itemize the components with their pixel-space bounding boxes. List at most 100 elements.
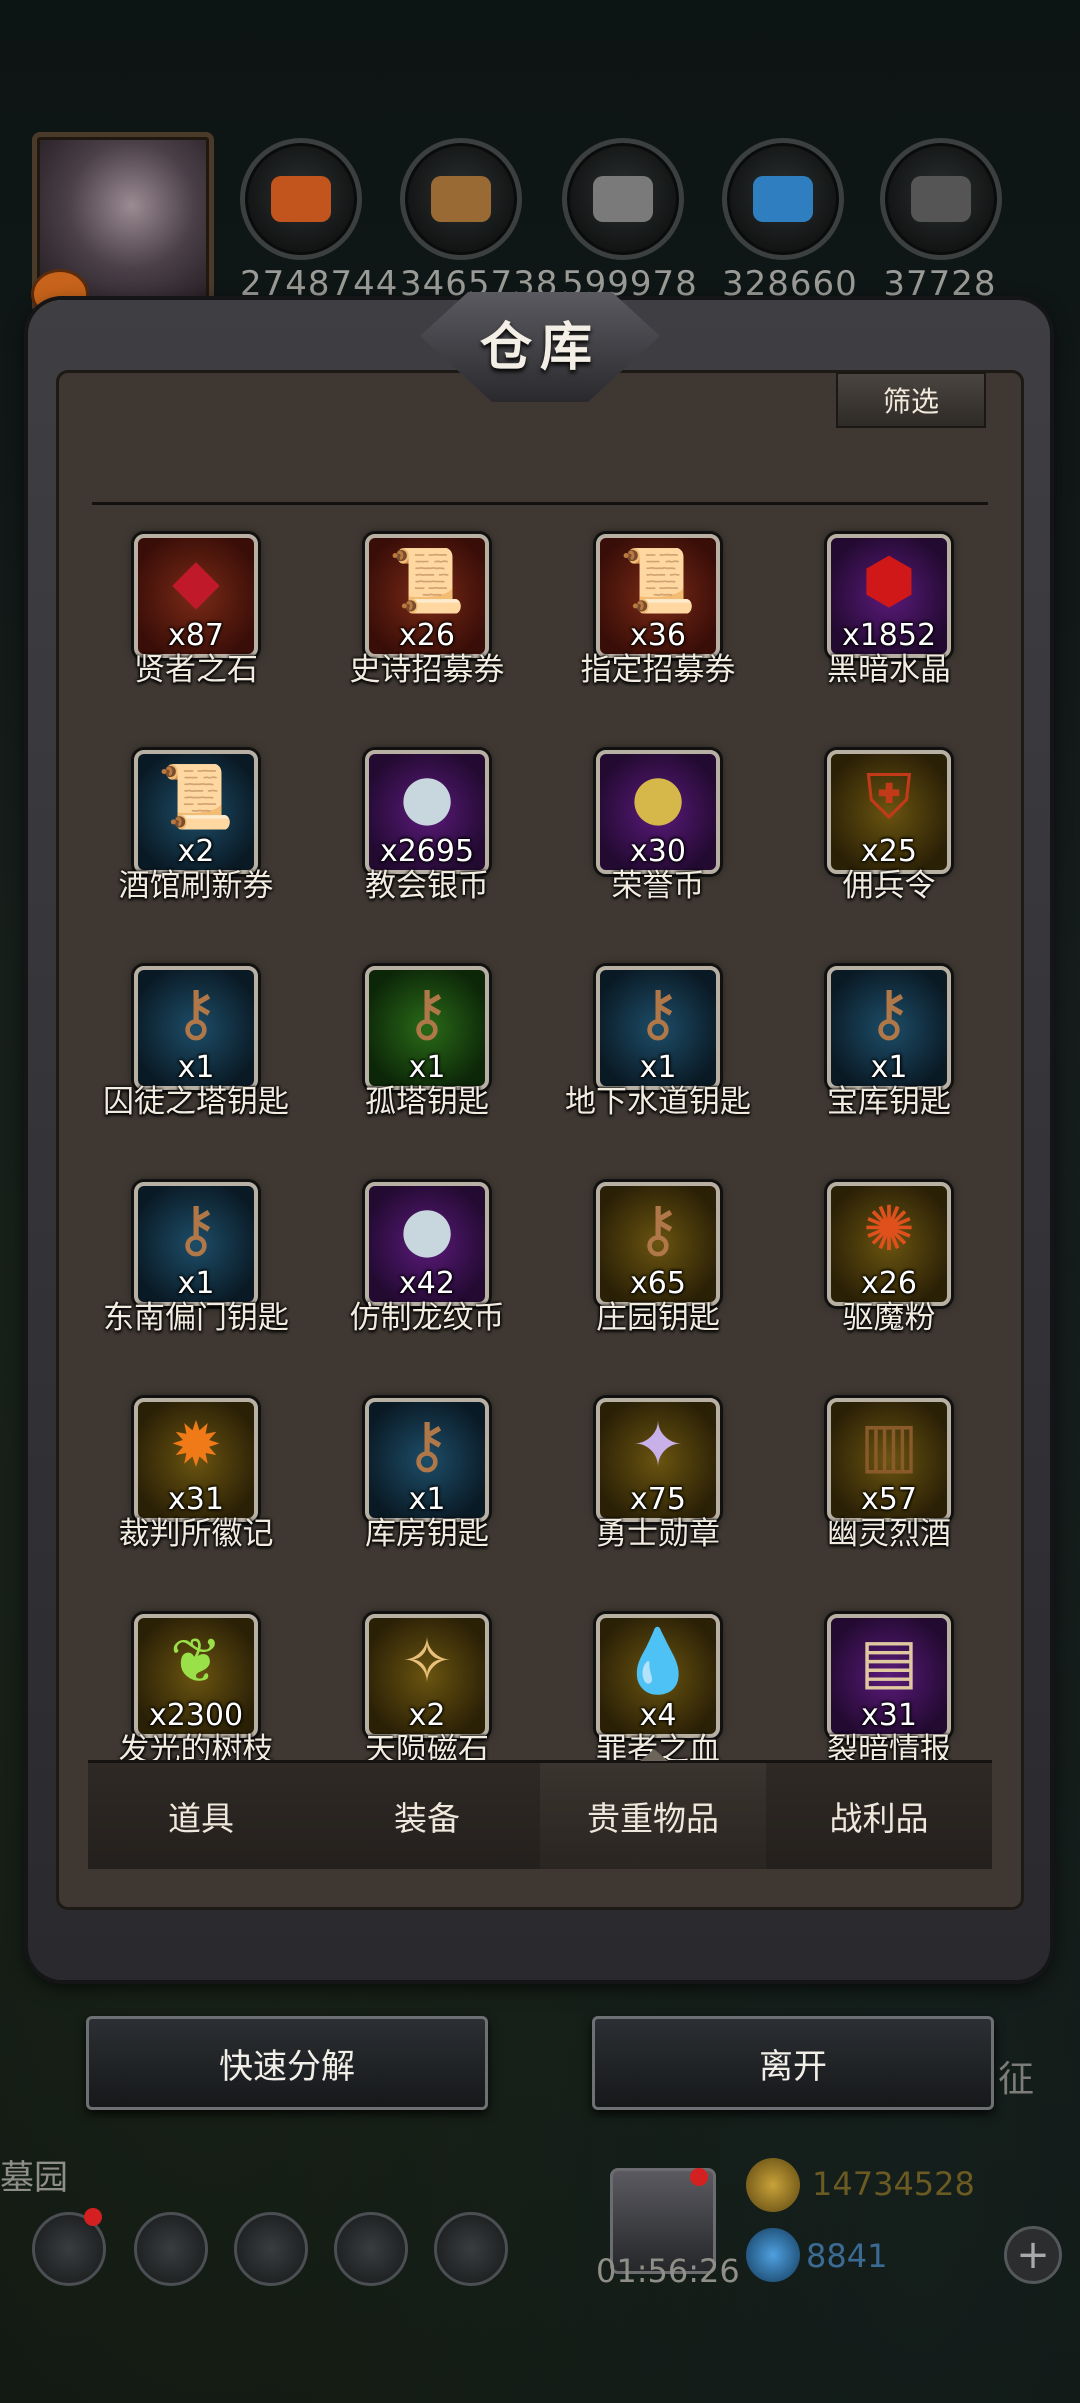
- inventory-item[interactable]: ❦ x2300 发光的树枝: [82, 1600, 310, 1760]
- inventory-item[interactable]: ✧ x2 天陨磁石: [313, 1600, 541, 1760]
- item-icon[interactable]: ⚷ x1: [827, 966, 951, 1090]
- inventory-item[interactable]: ◆ x87 贤者之石: [82, 520, 310, 720]
- item-name: 佣兵令: [842, 868, 936, 904]
- item-glyph-icon: ⚷: [635, 1192, 681, 1265]
- item-icon[interactable]: ▤ x31: [827, 1614, 951, 1738]
- item-icon[interactable]: ⚷ x1: [134, 966, 258, 1090]
- inventory-item[interactable]: ⚷ x1 孤塔钥匙: [313, 952, 541, 1152]
- resource-amount: 2748744: [240, 264, 399, 304]
- resource-item[interactable]: 328660: [722, 138, 858, 304]
- blue-crystal-icon: [722, 138, 844, 260]
- item-icon[interactable]: ✹ x31: [134, 1398, 258, 1522]
- inventory-item[interactable]: ⚷ x1 库房钥匙: [313, 1384, 541, 1584]
- item-glyph-icon: ⚷: [404, 1408, 450, 1481]
- item-icon[interactable]: ● x42: [365, 1182, 489, 1306]
- item-glyph-icon: 💧: [619, 1624, 697, 1697]
- player-avatar[interactable]: [31, 132, 214, 319]
- inventory-item[interactable]: ⚷ x1 囚徒之塔钥匙: [82, 952, 310, 1152]
- item-glyph-icon: ⚷: [866, 976, 912, 1049]
- item-icon[interactable]: ⛨ x25: [827, 750, 951, 874]
- inventory-item[interactable]: ● x30 荣誉币: [544, 736, 772, 936]
- item-glyph-icon: ●: [399, 1192, 455, 1265]
- item-glyph-icon: ⛨: [865, 760, 913, 833]
- inventory-item[interactable]: ▤ x31 裂暗情报: [775, 1600, 994, 1760]
- inventory-item[interactable]: ⚷ x1 东南偏门钥匙: [82, 1168, 310, 1368]
- inventory-item[interactable]: ● x42 仿制龙纹币: [313, 1168, 541, 1368]
- item-name: 天陨磁石: [365, 1732, 489, 1760]
- category-tabs: 道具 装备 贵重物品 战利品: [88, 1749, 992, 1869]
- resource-item[interactable]: 37728: [880, 138, 1002, 304]
- inventory-item[interactable]: ⛨ x25 佣兵令: [775, 736, 994, 936]
- map-menu-icon[interactable]: [334, 2212, 408, 2286]
- location-label: 墓园: [0, 2158, 68, 2198]
- item-icon[interactable]: ⚷ x1: [134, 1182, 258, 1306]
- item-icon[interactable]: ✧ x2: [365, 1614, 489, 1738]
- inventory-item[interactable]: ● x2695 教会银币: [313, 736, 541, 936]
- item-icon[interactable]: ▥ x57: [827, 1398, 951, 1522]
- add-currency-button[interactable]: +: [1004, 2226, 1062, 2284]
- dark-ingot-icon: [880, 138, 1002, 260]
- inventory-item[interactable]: ▥ x57 幽灵烈酒: [775, 1384, 994, 1584]
- item-icon[interactable]: ● x30: [596, 750, 720, 874]
- item-icon[interactable]: 📜 x2: [134, 750, 258, 874]
- tab-1[interactable]: 装备: [314, 1763, 540, 1869]
- item-glyph-icon: ⚷: [635, 976, 681, 1049]
- item-icon[interactable]: ● x2695: [365, 750, 489, 874]
- item-glyph-icon: ⚷: [173, 1192, 219, 1265]
- item-icon[interactable]: ❦ x2300: [134, 1614, 258, 1738]
- item-glyph-icon: ✺: [863, 1192, 915, 1265]
- item-icon[interactable]: 💧 x4: [596, 1614, 720, 1738]
- item-glyph-icon: ⬢: [861, 544, 917, 617]
- item-icon[interactable]: ✺ x26: [827, 1182, 951, 1306]
- inventory-item[interactable]: 📜 x2 酒馆刷新券: [82, 736, 310, 936]
- inventory-item[interactable]: 💧 x4 罪者之血: [544, 1600, 772, 1760]
- item-glyph-icon: 📜: [619, 544, 697, 617]
- resource-amount: 328660: [722, 264, 858, 304]
- filter-button[interactable]: 筛选: [836, 372, 986, 428]
- quick-decompose-button[interactable]: 快速分解: [86, 2016, 488, 2110]
- item-glyph-icon: 📜: [388, 544, 466, 617]
- item-name: 库房钥匙: [365, 1516, 489, 1552]
- inventory-item[interactable]: ⬢ x1852 黑暗水晶: [775, 520, 994, 720]
- inventory-item[interactable]: ⚷ x1 地下水道钥匙: [544, 952, 772, 1152]
- tab-3[interactable]: 战利品: [766, 1763, 992, 1869]
- inventory-item[interactable]: 📜 x26 史诗招募券: [313, 520, 541, 720]
- item-name: 黑暗水晶: [827, 652, 951, 688]
- inventory-item[interactable]: ⚷ x1 宝库钥匙: [775, 952, 994, 1152]
- expedition-label[interactable]: 征: [998, 2050, 1034, 2102]
- item-icon[interactable]: 📜 x26: [365, 534, 489, 658]
- inventory-item[interactable]: 📜 x36 指定招募券: [544, 520, 772, 720]
- item-icon[interactable]: ⚷ x1: [596, 966, 720, 1090]
- item-icon[interactable]: ⚷ x65: [596, 1182, 720, 1306]
- inventory-item[interactable]: ✺ x26 驱魔粉: [775, 1168, 994, 1368]
- item-name: 指定招募券: [580, 652, 736, 688]
- item-glyph-icon: ✦: [632, 1408, 684, 1481]
- inventory-item[interactable]: ⚷ x65 庄园钥匙: [544, 1168, 772, 1368]
- resource-amount: 37728: [883, 264, 997, 304]
- item-glyph-icon: ●: [399, 760, 455, 833]
- tab-2[interactable]: 贵重物品: [540, 1749, 766, 1869]
- resource-item[interactable]: 599978: [562, 138, 697, 304]
- item-name: 宝库钥匙: [827, 1084, 951, 1120]
- item-icon[interactable]: ⚷ x1: [365, 1398, 489, 1522]
- divider: [92, 502, 988, 505]
- tab-0[interactable]: 道具: [88, 1763, 314, 1869]
- item-icon[interactable]: ⚷ x1: [365, 966, 489, 1090]
- resource-item[interactable]: 3465738: [400, 138, 557, 304]
- resource-item[interactable]: 2748744: [240, 138, 399, 304]
- gem-amount: 8841: [806, 2237, 888, 2275]
- castle-menu-icon[interactable]: [234, 2212, 308, 2286]
- item-icon[interactable]: ✦ x75: [596, 1398, 720, 1522]
- item-glyph-icon: ▤: [859, 1624, 919, 1697]
- inventory-item[interactable]: ✦ x75 勇士勋章: [544, 1384, 772, 1584]
- item-name: 孤塔钥匙: [365, 1084, 489, 1120]
- item-icon[interactable]: 📜 x36: [596, 534, 720, 658]
- hero-menu-icon[interactable]: [134, 2212, 208, 2286]
- item-icon[interactable]: ◆ x87: [134, 534, 258, 658]
- item-name: 幽灵烈酒: [827, 1516, 951, 1552]
- inventory-item[interactable]: ✹ x31 裁判所徽记: [82, 1384, 310, 1584]
- item-icon[interactable]: ⬢ x1852: [827, 534, 951, 658]
- item-glyph-icon: ✧: [401, 1624, 453, 1697]
- shop-menu-icon[interactable]: [434, 2212, 508, 2286]
- leave-button[interactable]: 离开: [592, 2016, 994, 2110]
